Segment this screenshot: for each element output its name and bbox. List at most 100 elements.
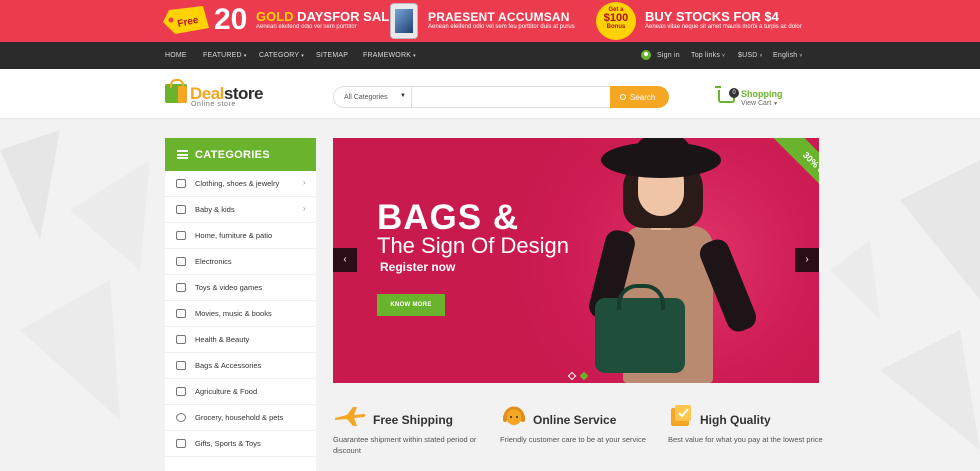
free-tag-icon: Free (163, 6, 209, 34)
search-bar: All Categories ▼ Search (333, 86, 669, 108)
badge-line3: Bonus (606, 24, 626, 30)
category-toys-games[interactable]: Toys & video games (165, 275, 316, 301)
category-label: Home, furniture & patio (195, 231, 273, 240)
category-grocery[interactable]: Grocery, household & pets (165, 405, 316, 431)
caret-down-icon: ▾ (301, 53, 304, 59)
caret-down-icon: ▾ (243, 53, 247, 59)
model-hat-crown (633, 138, 693, 164)
nav-toplinks[interactable]: Top links ˅ (691, 52, 725, 59)
film-icon (176, 309, 186, 318)
search-input[interactable] (411, 86, 611, 108)
nav-home[interactable]: HOME (165, 52, 187, 59)
cart-label[interactable]: Shopping (741, 89, 783, 99)
food-icon (176, 387, 186, 396)
nav-framework[interactable]: FRAMEWORK ▾ (363, 52, 416, 59)
menu-icon (177, 150, 188, 159)
nav-category[interactable]: CATEGORY ▾ (259, 52, 304, 59)
search-category-value: All Categories (344, 94, 388, 101)
category-home-furniture[interactable]: Home, furniture & patio (165, 223, 316, 249)
category-health-beauty[interactable]: Health & Beauty (165, 327, 316, 353)
model-handbag (595, 284, 685, 373)
category-label: Clothing, shoes & jewelry (195, 179, 280, 188)
feature-desc-quality: Best value for what you pay at the lowes… (668, 435, 823, 444)
quality-box-icon (671, 405, 691, 426)
nav-toplinks-label: Top links (691, 52, 721, 59)
view-cart-label: View Cart (741, 100, 772, 107)
nav-featured-label: FEATURED (203, 52, 242, 59)
nav-featured[interactable]: FEATURED ▾ (203, 52, 247, 59)
view-cart-link[interactable]: View Cart ▼ (741, 100, 778, 107)
category-movies-music[interactable]: Movies, music & books (165, 301, 316, 327)
category-label: Toys & video games (195, 283, 263, 292)
sofa-icon (176, 231, 186, 240)
stroller-icon (176, 205, 186, 214)
category-label: Electronics (195, 257, 232, 266)
slider-dot[interactable] (567, 371, 577, 381)
category-clothing[interactable]: Clothing, shoes & jewelry › (165, 171, 316, 197)
caret-down-icon: ▾ (413, 53, 416, 59)
promo-deal2-title[interactable]: PRAESENT ACCUMSAN (428, 10, 570, 24)
main-nav: HOME FEATURED ▾ CATEGORY ▾ SITEMAP FRAMEWO… (0, 42, 980, 69)
airplane-icon (335, 407, 366, 426)
know-more-button[interactable]: KNOW MORE (377, 294, 445, 316)
promo-deal1-title[interactable]: GOLD DAYSFOR SALE (256, 9, 398, 24)
category-label: Bags & Accessories (195, 361, 262, 370)
slide-subheading: The Sign Of Design (377, 233, 569, 258)
category-label: Movies, music & books (195, 309, 272, 318)
search-button-label: Search (630, 93, 656, 102)
category-agriculture[interactable]: Agriculture & Food (165, 379, 316, 405)
caret-down-icon: ˅ (722, 53, 726, 59)
bag-icon (176, 361, 186, 370)
slider-next-button[interactable]: › (795, 248, 819, 272)
badge-line2: $100 (603, 12, 629, 24)
gift-icon (176, 439, 186, 448)
caret-down-icon: ˅ (759, 53, 763, 59)
category-label: Baby & kids (195, 205, 235, 214)
feature-title-shipping: Free Shipping (373, 413, 454, 427)
search-icon (620, 94, 626, 100)
category-gifts-sports[interactable]: Gifts, Sports & Toys (165, 431, 316, 457)
category-bags[interactable]: Bags & Accessories (165, 353, 316, 379)
promo-deal1-subtitle: Aenean eleifend odio vel sem porttitor (256, 24, 357, 30)
nav-signin[interactable]: Sign in (657, 52, 680, 59)
shopping-bag-logo-icon (165, 79, 187, 103)
headset-icon (503, 406, 525, 425)
feature-desc-service: Friendly customer care to be at your ser… (500, 435, 646, 444)
promo-bar: Free 20 GOLD DAYSFOR SALE Aenean eleifen… (0, 0, 980, 42)
promo-deal1-gold: GOLD (256, 9, 294, 24)
chevron-right-icon: › (303, 178, 306, 187)
categories-header[interactable]: CATEGORIES (165, 138, 316, 171)
monitor-icon (176, 257, 186, 266)
gamepad-icon (176, 283, 186, 292)
slide-tagline: Register now (380, 260, 456, 274)
nav-currency-label: $USD (738, 52, 758, 59)
search-category-select[interactable]: All Categories ▼ (333, 86, 411, 108)
nav-currency[interactable]: $USD ˅ (738, 52, 763, 59)
caret-down-icon: ▼ (773, 101, 779, 107)
category-label: Agriculture & Food (195, 387, 258, 396)
category-label: Gifts, Sports & Toys (195, 439, 261, 448)
promo-deal1-rest: DAYSFOR SALE (293, 9, 398, 24)
category-label: Grocery, household & pets (195, 413, 284, 422)
hero-slider: BAGS & The Sign Of Design Register now K… (333, 138, 819, 383)
nav-sitemap[interactable]: SITEMAP (316, 52, 348, 59)
feature-desc-shipping: Guarantee shipment within stated period … (333, 435, 477, 455)
logo-tagline: Online store (191, 101, 236, 108)
bonus-badge: Get a $100 Bonus (596, 2, 636, 40)
chevron-right-icon: › (303, 204, 306, 213)
nav-language-label: English (773, 52, 798, 59)
categories-sidebar: CATEGORIES Clothing, shoes & jewelry › Ba… (165, 138, 316, 471)
user-icon (641, 50, 651, 60)
category-baby-kids[interactable]: Baby & kids › (165, 197, 316, 223)
globe-icon (176, 413, 186, 422)
search-button[interactable]: Search (610, 86, 669, 108)
category-electronics[interactable]: Electronics (165, 249, 316, 275)
slider-dot-active[interactable] (579, 371, 589, 381)
phone-image (390, 3, 418, 39)
promo-big-number: 20 (214, 3, 248, 36)
category-label: Health & Beauty (195, 335, 250, 344)
nav-language[interactable]: English ˅ (773, 52, 802, 59)
nav-framework-label: FRAMEWORK (363, 52, 412, 59)
slider-prev-button[interactable]: ‹ (333, 248, 357, 272)
promo-deal3-title[interactable]: BUY STOCKS FOR $4 (645, 9, 779, 24)
